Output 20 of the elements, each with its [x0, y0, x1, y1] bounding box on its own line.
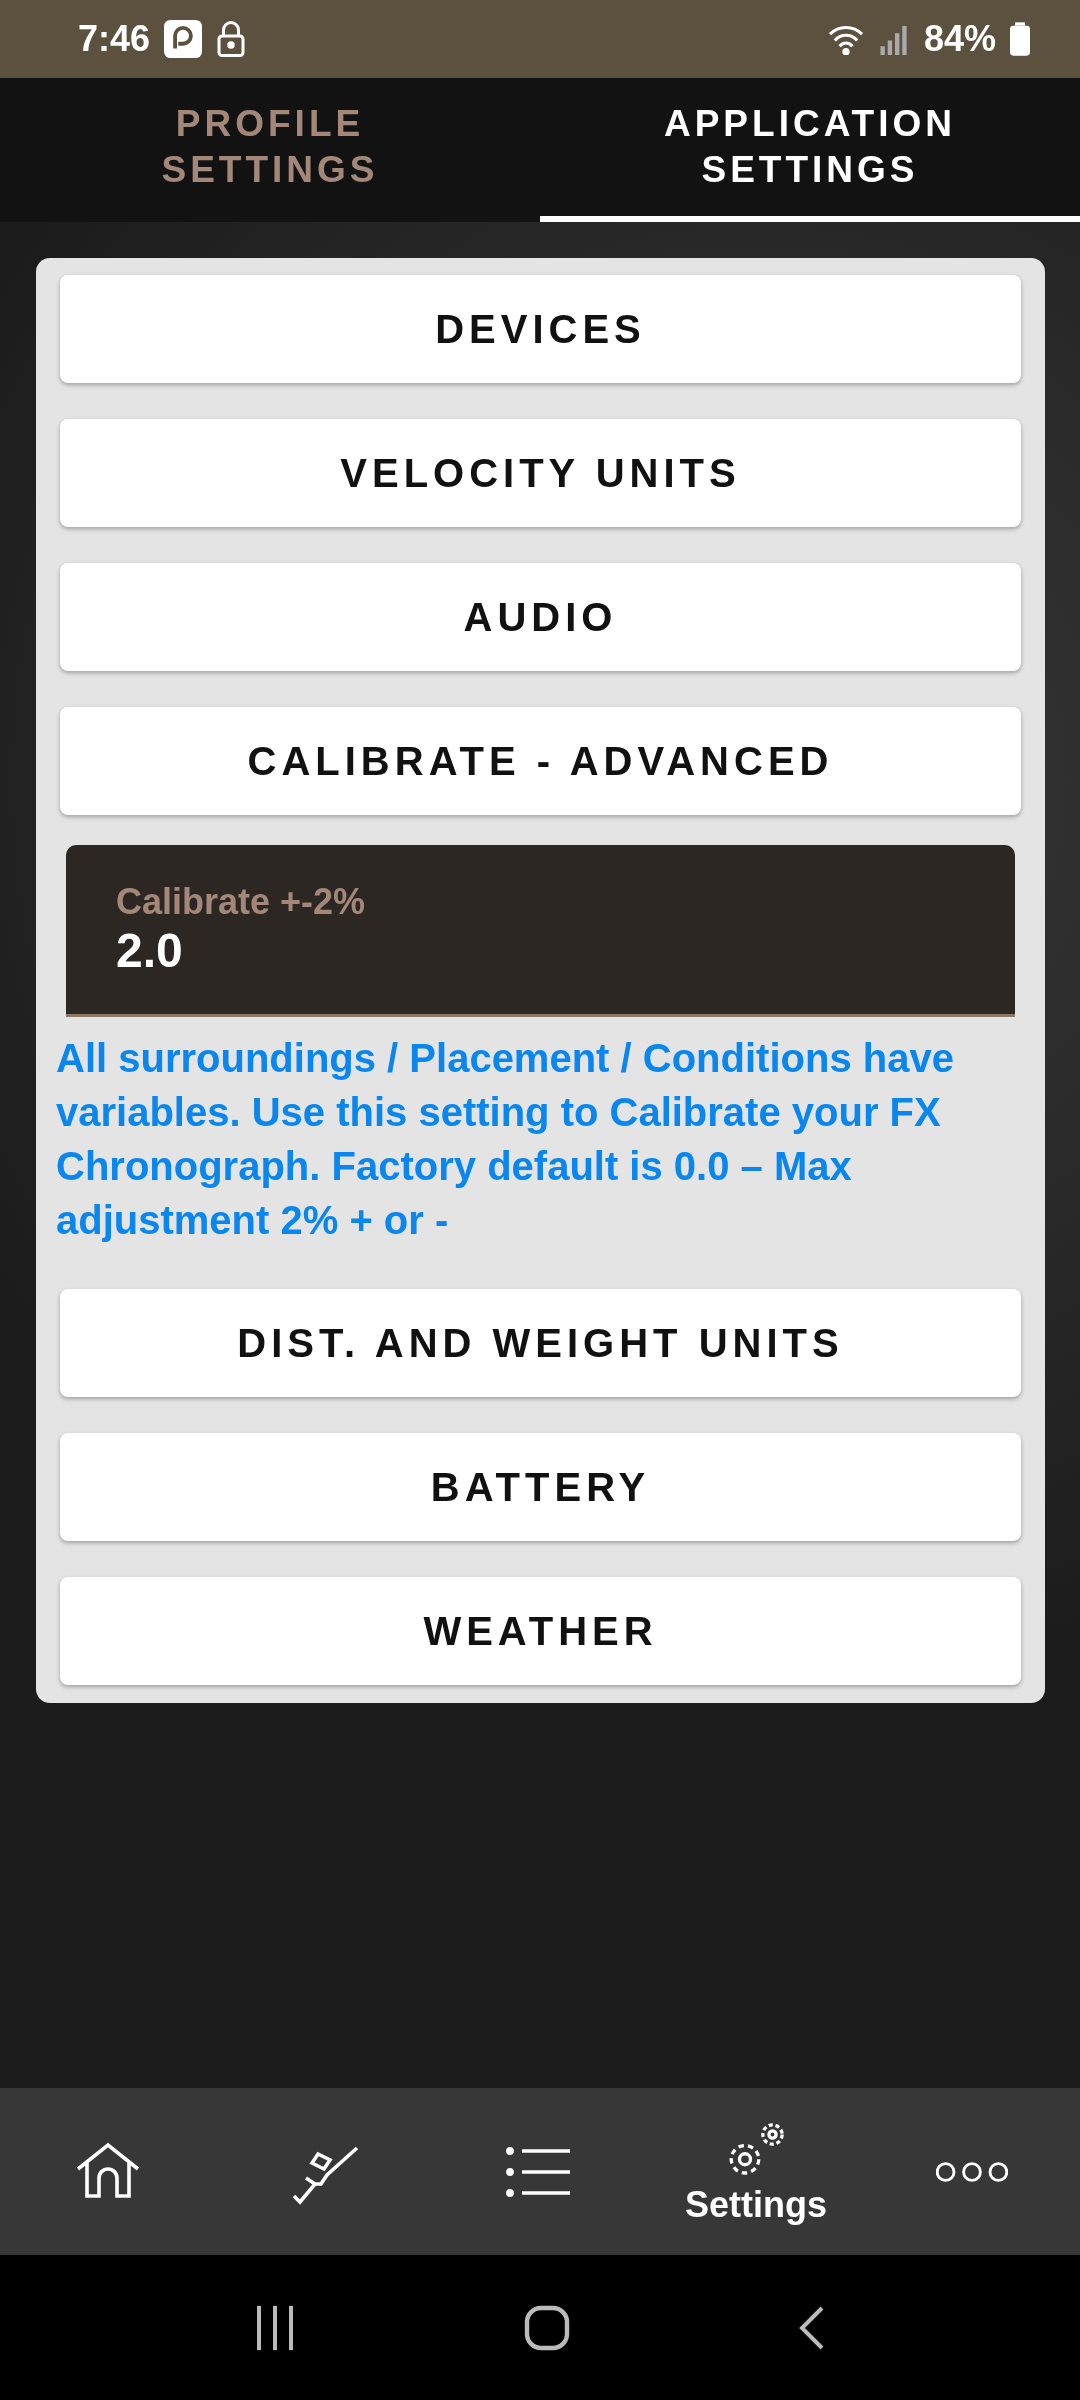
- app-notification-icon: [164, 20, 203, 58]
- settings-button[interactable]: AUDIO: [60, 563, 1021, 671]
- status-time: 7:46: [78, 18, 151, 60]
- calibrate-field[interactable]: Calibrate +-2% 2.0: [66, 845, 1015, 1017]
- nav-label: Settings: [685, 2183, 827, 2226]
- settings-button[interactable]: DEVICES: [60, 275, 1021, 383]
- settings-button[interactable]: WEATHER: [60, 1577, 1021, 1685]
- signal-icon: [879, 23, 910, 55]
- nav-item[interactable]: Settings: [666, 2116, 846, 2227]
- settings-button[interactable]: BATTERY: [60, 1433, 1021, 1541]
- battery-icon: [1010, 22, 1030, 56]
- settings-button[interactable]: CALIBRATE - ADVANCED: [60, 707, 1021, 815]
- settings-button[interactable]: DIST. AND WEIGHT UNITS: [60, 1289, 1021, 1397]
- settings-button[interactable]: VELOCITY UNITS: [60, 419, 1021, 527]
- battery-percent: 84%: [923, 18, 996, 60]
- field-label: Calibrate +-2%: [116, 881, 367, 923]
- lock-icon: [216, 21, 247, 57]
- field-value: 2.0: [116, 923, 184, 978]
- help-text: All surroundings / Placement / Conditions have variables. Use this setting to Calibrate your FX Chronograph. Factory default is 0.0 – Max adjustment 2% + or -: [56, 1035, 955, 1244]
- more-icon: [936, 2159, 1008, 2184]
